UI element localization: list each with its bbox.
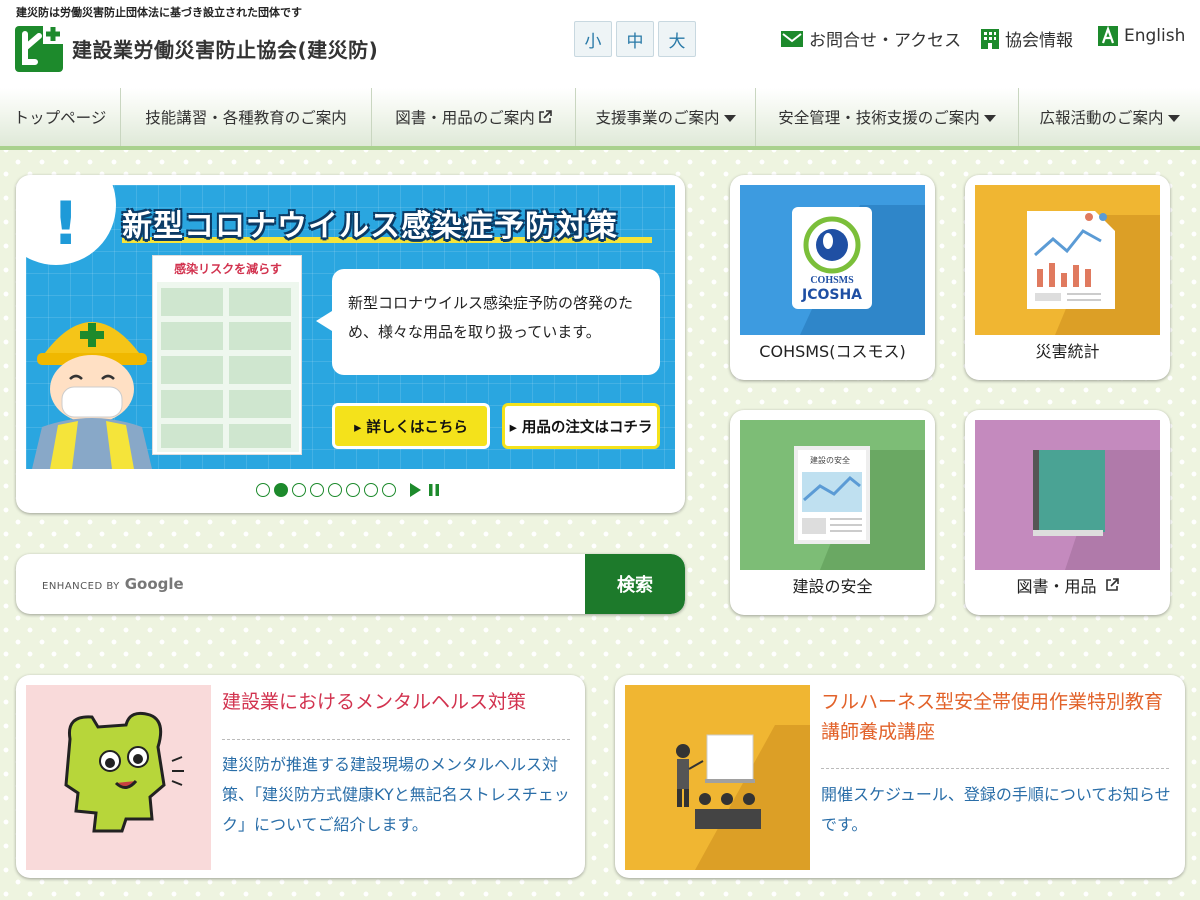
slide-bubble-text: 新型コロナウイルス感染症予防の啓発のため、様々な用品を取り扱っています。 <box>316 269 660 375</box>
building-icon <box>981 28 999 49</box>
nav-item-label: トップページ <box>13 109 107 127</box>
feature-divider <box>821 768 1169 769</box>
english-link[interactable]: English <box>1098 26 1185 46</box>
font-size-medium-button[interactable]: 中 <box>616 21 654 57</box>
magazine-image: 建設の安全 <box>740 420 925 570</box>
slider-dot[interactable] <box>364 483 378 497</box>
feature-full-harness[interactable]: フルハーネス型安全帯使用作業特別教育講師養成講座 開催スケジュール、登録の手順に… <box>615 675 1185 878</box>
cohsms-image: COHSMS JCOSHA <box>740 185 925 335</box>
slide-title: 新型コロナウイルス感染症予防対策 <box>122 209 618 244</box>
slider-dot[interactable] <box>346 483 360 497</box>
font-size-switcher: 小 中 大 <box>574 21 696 57</box>
slider-dot[interactable] <box>292 483 306 497</box>
tile-label: 災害統計 <box>1035 342 1100 361</box>
tile-label-text: 図書・用品 <box>1016 577 1097 596</box>
site-tagline: 建災防は労働災害防止団体法に基づき設立された団体です <box>16 6 302 19</box>
feature-divider <box>222 739 570 740</box>
prevention-poster: 感染リスクを減らす <box>152 255 302 455</box>
mascot-character-icon <box>64 711 184 833</box>
slider-pagination <box>256 482 440 498</box>
slide-banner[interactable]: ! 新型コロナウイルス感染症予防対策 感染リスクを減らす 新型コロナウイルス感染… <box>26 185 675 469</box>
contact-link-label: お問合せ・アクセス <box>809 31 962 51</box>
nav-item-top[interactable]: トップページ <box>0 88 121 146</box>
nav-item-support[interactable]: 支援事業のご案内 <box>576 88 756 146</box>
slider-dot[interactable] <box>274 483 288 497</box>
search-button[interactable]: 検索 <box>585 554 685 614</box>
feature-title[interactable]: 建設業におけるメンタルヘルス対策 <box>222 687 572 717</box>
poster-heading: 感染リスクを減らす <box>155 260 301 278</box>
tile-label: 図書・用品 <box>965 575 1170 599</box>
letter-a-icon <box>1098 26 1118 46</box>
font-size-small-button[interactable]: 小 <box>574 21 612 57</box>
magazine-title-text: 建設の安全 <box>810 456 850 465</box>
chart-document-icon <box>1027 211 1160 335</box>
order-button[interactable]: ▸ 用品の注文はコチラ <box>502 403 660 449</box>
poster-cells-icon <box>157 282 299 452</box>
mascot-image <box>26 685 211 870</box>
nav-item-label: 広報活動のご案内 <box>1039 109 1164 127</box>
slider-controls <box>408 482 440 498</box>
site-name[interactable]: 建設業労働災害防止協会(建災防) <box>72 34 378 63</box>
contact-link[interactable]: お問合せ・アクセス <box>781 26 961 51</box>
external-link-icon <box>1105 578 1119 591</box>
stats-image <box>975 185 1160 335</box>
mail-icon <box>781 30 803 47</box>
nav-item-pr[interactable]: 広報活動のご案内 <box>1019 88 1200 146</box>
details-button[interactable]: ▸ 詳しくはこちら <box>332 403 490 449</box>
about-link[interactable]: 協会情報 <box>981 26 1073 51</box>
caret-down-icon <box>983 114 996 122</box>
caret-down-icon <box>723 114 736 122</box>
books-image <box>975 420 1160 570</box>
feature-description: 開催スケジュール、登録の手順についてお知らせです。 <box>821 785 1171 834</box>
book-icon <box>1033 450 1160 570</box>
font-size-large-button[interactable]: 大 <box>658 21 696 57</box>
tile-disaster-stats[interactable]: 災害統計 <box>965 175 1170 380</box>
about-link-label: 協会情報 <box>1005 31 1073 51</box>
feature-title[interactable]: フルハーネス型安全帯使用作業特別教育講師養成講座 <box>821 687 1175 747</box>
feature-description: 建災防が推進する建設現場のメンタルヘルス対策、「建災防方式健康KYと無記名ストレ… <box>222 755 570 834</box>
pause-icon[interactable] <box>428 483 440 497</box>
lecture-image <box>625 685 810 870</box>
exclamation-icon: ! <box>52 189 80 259</box>
play-icon[interactable] <box>408 482 422 498</box>
search-input[interactable] <box>36 554 584 614</box>
nav-item-label: 安全管理・技術支援のご案内 <box>778 109 980 127</box>
feature-mental-health[interactable]: 建設業におけるメンタルヘルス対策 建災防が推進する建設現場のメンタルヘルス対策、… <box>16 675 585 878</box>
main-nav: トップページ 技能講習・各種教育のご案内 図書・用品のご案内 支援事業のご案内 … <box>0 88 1200 150</box>
slider-dot[interactable] <box>310 483 324 497</box>
slider-dot[interactable] <box>382 483 396 497</box>
external-link-icon <box>538 110 552 123</box>
caret-down-icon <box>1167 114 1180 122</box>
tile-label: COHSMS(コスモス) <box>759 342 906 361</box>
nav-item-label: 支援事業のご案内 <box>595 109 720 127</box>
tile-label: 建設の安全 <box>792 577 873 596</box>
nav-item-training[interactable]: 技能講習・各種教育のご案内 <box>121 88 372 146</box>
cohsms-logo-icon <box>792 205 925 335</box>
nav-item-books[interactable]: 図書・用品のご案内 <box>372 88 576 146</box>
magazine-icon <box>794 446 925 570</box>
site-search: ENHANCED BY Google 検索 <box>16 554 685 614</box>
nav-item-label: 図書・用品のご案内 <box>395 109 535 127</box>
jcosha-badge-text: JCOSHA <box>801 287 863 303</box>
nav-item-safety[interactable]: 安全管理・技術支援のご案内 <box>756 88 1019 146</box>
nav-item-label: 技能講習・各種教育のご案内 <box>145 109 347 127</box>
tile-kensetsu-anzen[interactable]: 建設の安全 建設の安全 <box>730 410 935 615</box>
slider-dot[interactable] <box>328 483 342 497</box>
cohsms-badge-text: COHSMS <box>810 275 854 286</box>
hero-slider: ! 新型コロナウイルス感染症予防対策 感染リスクを減らす 新型コロナウイルス感染… <box>16 175 685 513</box>
tile-books[interactable]: 図書・用品 <box>965 410 1170 615</box>
worker-illustration-icon <box>32 322 152 469</box>
english-link-label: English <box>1124 26 1186 46</box>
lecture-icon <box>676 725 810 870</box>
slider-dot[interactable] <box>256 483 270 497</box>
tile-cohsms[interactable]: COHSMS JCOSHA COHSMS(コスモス) <box>730 175 935 380</box>
site-header: 建災防は労働災害防止団体法に基づき設立された団体です 建設業労働災害防止協会(建… <box>0 0 1200 88</box>
site-logo-icon[interactable] <box>15 22 63 72</box>
